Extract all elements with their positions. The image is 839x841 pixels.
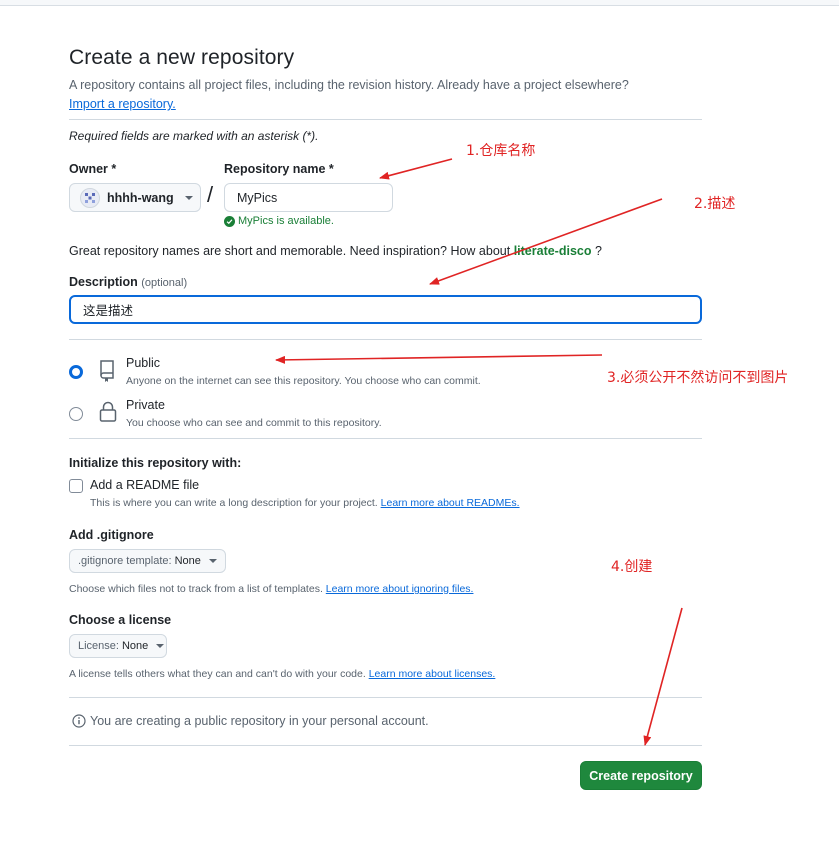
availability-text: MyPics is available.: [238, 215, 334, 227]
owner-label: Owner *: [69, 162, 117, 176]
annotation-3: 3.必须公开不然访问不到图片: [607, 370, 789, 386]
public-title: Public: [126, 356, 161, 370]
arrow-1: [379, 158, 453, 180]
gitignore-description-text: Choose which files not to track from a l…: [69, 583, 323, 595]
page-title: Create a new repository: [69, 46, 295, 69]
description-label-text: Description: [69, 275, 138, 289]
top-border: [0, 0, 839, 6]
gitignore-dropdown-key: .gitignore template:: [78, 555, 172, 567]
description-input[interactable]: [69, 295, 702, 324]
public-notice: You are creating a public repository in …: [72, 714, 429, 728]
public-notice-text: You are creating a public repository in …: [90, 714, 429, 728]
repo-name-label: Repository name *: [224, 162, 334, 176]
initialize-heading: Initialize this repository with:: [69, 456, 242, 470]
license-heading: Choose a license: [69, 613, 172, 627]
license-dropdown[interactable]: License: None: [69, 634, 167, 658]
license-dropdown-key: License:: [78, 640, 119, 652]
arrow-3: [275, 354, 603, 364]
chevron-down-icon: [208, 559, 217, 563]
annotation-2: 2.描述: [694, 196, 736, 212]
inspiration-end: ?: [594, 244, 602, 258]
divider: [69, 119, 702, 120]
divider: [69, 438, 702, 439]
page-subtitle: A repository contains all project files,…: [69, 76, 709, 114]
name-inspiration: Great repository names are short and mem…: [69, 244, 602, 258]
public-description: Anyone on the internet can see this repo…: [126, 375, 481, 387]
arrow-4: [643, 607, 683, 746]
readme-checkbox[interactable]: [69, 479, 83, 493]
chevron-down-icon: [156, 644, 165, 648]
repo-icon: [97, 359, 117, 388]
gitignore-dropdown[interactable]: .gitignore template: None: [69, 549, 226, 573]
divider: [69, 697, 702, 698]
gitignore-heading: Add .gitignore: [69, 528, 154, 542]
license-description-text: A license tells others what they can and…: [69, 668, 366, 680]
learn-ignoring-files-link[interactable]: Learn more about ignoring files.: [326, 583, 474, 595]
check-circle-icon: [224, 215, 235, 227]
public-radio[interactable]: [69, 365, 83, 379]
owner-avatar-icon: [80, 187, 100, 208]
gitignore-description: Choose which files not to track from a l…: [69, 583, 473, 595]
create-repository-button[interactable]: Create repository: [580, 761, 702, 790]
arrow-2: [429, 198, 663, 285]
divider: [69, 745, 702, 746]
optional-tag: (optional): [141, 277, 188, 289]
license-description: A license tells others what they can and…: [69, 668, 495, 680]
gitignore-dropdown-value: None: [174, 555, 201, 567]
inspiration-text: Great repository names are short and mem…: [69, 244, 511, 258]
readme-description: This is where you can write a long descr…: [90, 497, 520, 509]
info-icon: [72, 714, 86, 728]
owner-dropdown[interactable]: hhhh-wang: [69, 183, 201, 212]
divider: [69, 339, 702, 340]
repository-name-input[interactable]: [224, 183, 393, 212]
lock-icon: [98, 400, 118, 429]
owner-repo-separator: /: [207, 182, 214, 207]
private-radio[interactable]: [69, 407, 83, 421]
chevron-down-icon: [184, 195, 193, 200]
private-description: You choose who can see and commit to thi…: [126, 417, 382, 429]
readme-label: Add a README file: [90, 478, 200, 492]
learn-licenses-link[interactable]: Learn more about licenses.: [369, 668, 496, 680]
availability-status: MyPics is available.: [224, 215, 334, 227]
learn-readmes-link[interactable]: Learn more about READMEs.: [381, 497, 520, 509]
owner-name: hhhh-wang: [107, 190, 174, 205]
license-dropdown-value: None: [121, 640, 149, 652]
annotation-1: 1.仓库名称: [466, 143, 536, 159]
readme-description-text: This is where you can write a long descr…: [90, 497, 378, 509]
subtitle-text: A repository contains all project files,…: [69, 78, 629, 92]
required-fields-note: Required fields are marked with an aster…: [69, 129, 319, 143]
annotation-4: 4.创建: [611, 559, 653, 575]
import-repository-link[interactable]: Import a repository.: [69, 97, 176, 111]
name-suggestion-link[interactable]: literate-disco: [514, 244, 592, 258]
private-title: Private: [126, 398, 165, 412]
description-label: Description (optional): [69, 275, 187, 289]
